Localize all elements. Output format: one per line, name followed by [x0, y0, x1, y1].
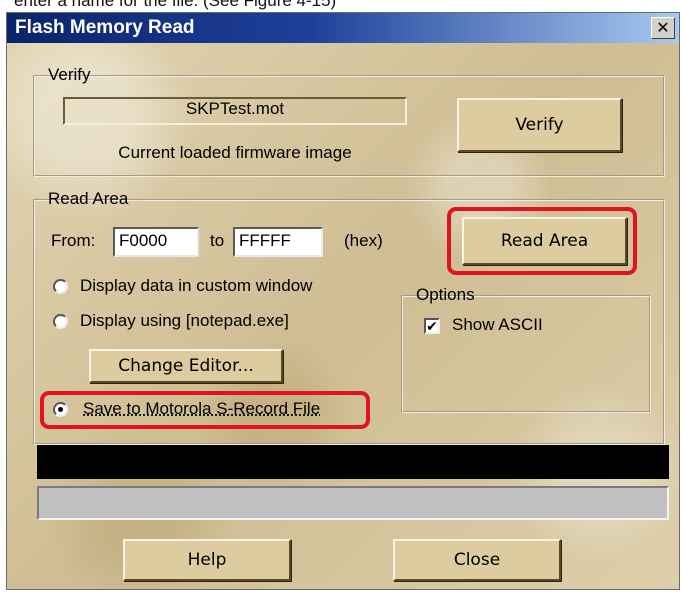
- loaded-file-name: SKPTest.mot: [185, 99, 285, 118]
- loaded-file-caption: Current loaded firmware image: [118, 143, 352, 162]
- verify-button[interactable]: Verify: [457, 98, 622, 152]
- title-bar[interactable]: Flash Memory Read ✕: [7, 13, 679, 43]
- hex-label: (hex): [344, 231, 383, 250]
- radio-notepad-label[interactable]: Display using [notepad.exe]: [80, 311, 289, 331]
- close-button[interactable]: Close: [393, 539, 561, 581]
- help-button[interactable]: Help: [123, 539, 291, 581]
- radio-notepad[interactable]: [53, 314, 68, 329]
- show-ascii-label[interactable]: Show ASCII: [452, 315, 543, 335]
- figure-caption-cut: enter a name for the file. (See Figure 4…: [14, 0, 337, 10]
- from-address-input[interactable]: F0000: [113, 227, 199, 257]
- radio-save-srecord[interactable]: [53, 402, 68, 417]
- flash-memory-read-dialog: Flash Memory Read ✕ Verify SKPTest.mot C…: [6, 12, 680, 590]
- radio-custom-window-label[interactable]: Display data in custom window: [80, 276, 312, 296]
- progress-bar: [37, 486, 669, 520]
- radio-save-srecord-label[interactable]: Save to Motorola S-Record File: [83, 399, 320, 419]
- verify-legend: Verify: [48, 65, 91, 84]
- window-title: Flash Memory Read: [15, 17, 195, 38]
- options-group: Options: [401, 285, 651, 413]
- radio-selected-dot: [58, 407, 63, 412]
- change-editor-button[interactable]: Change Editor...: [89, 349, 283, 383]
- read-area-button[interactable]: Read Area: [462, 217, 627, 265]
- options-legend: Options: [416, 285, 475, 304]
- to-address-input[interactable]: FFFFF: [233, 227, 323, 257]
- status-bar: [37, 445, 669, 479]
- from-label: From:: [51, 231, 96, 250]
- to-label: to: [210, 231, 225, 250]
- radio-custom-window[interactable]: [53, 279, 68, 294]
- read-area-legend: Read Area: [48, 189, 129, 208]
- close-icon[interactable]: ✕: [651, 17, 675, 39]
- show-ascii-checkbox[interactable]: ✔: [424, 318, 440, 334]
